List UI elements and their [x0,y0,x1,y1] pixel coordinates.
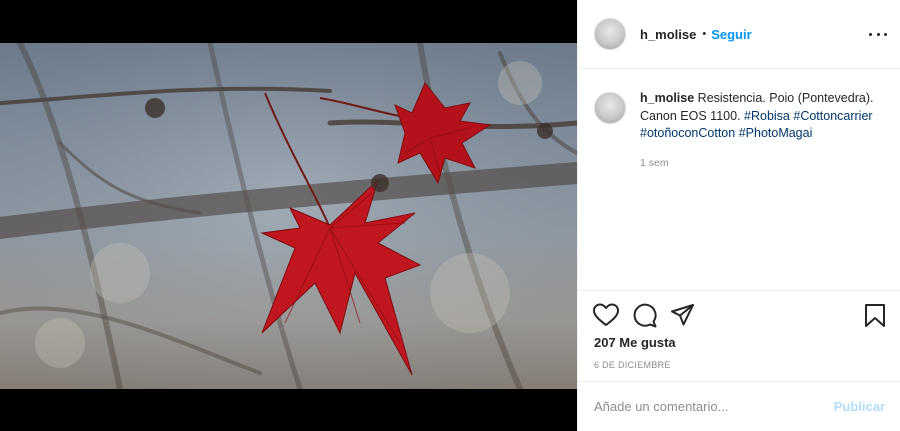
follow-button[interactable]: Seguir [711,27,751,42]
caption-body: h_molise Resistencia. Poio (Pontevedra).… [640,90,880,270]
action-bar: 207 Me gusta 6 de diciembre [578,290,900,380]
caption-avatar[interactable] [594,92,626,124]
more-horizontal-icon[interactable] [869,26,887,42]
post-header: h_molise • Seguir [578,0,900,69]
heart-icon[interactable] [593,303,619,332]
likes-count[interactable]: 207 Me gusta [594,335,676,350]
post-media [0,0,577,431]
post-date[interactable]: 6 de diciembre [594,360,671,370]
post-panel: h_molise • Seguir h_molise Resistencia. … [577,0,900,431]
hashtag-link[interactable]: #Cottoncarrier [793,109,872,123]
comment-icon[interactable] [632,303,657,333]
post-photo[interactable] [0,43,577,389]
paper-plane-icon[interactable] [670,303,695,332]
caption-username-link[interactable]: h_molise [640,91,694,105]
hashtag-link[interactable]: #otoñoconCotton [640,126,735,140]
comment-form: Publicar [578,381,900,431]
publish-button[interactable]: Publicar [834,399,885,414]
comment-input[interactable] [594,399,824,414]
red-leaves-photo [0,43,577,389]
bookmark-icon[interactable] [864,303,886,333]
hashtag-link[interactable]: #PhotoMagai [739,126,813,140]
avatar[interactable] [594,18,626,50]
separator-dot: • [702,28,707,40]
username-link[interactable]: h_molise [640,27,696,42]
caption-area: h_molise Resistencia. Poio (Pontevedra).… [578,70,900,290]
caption-time[interactable]: 1 sem [640,155,880,173]
hashtag-link[interactable]: #Robisa [744,109,790,123]
